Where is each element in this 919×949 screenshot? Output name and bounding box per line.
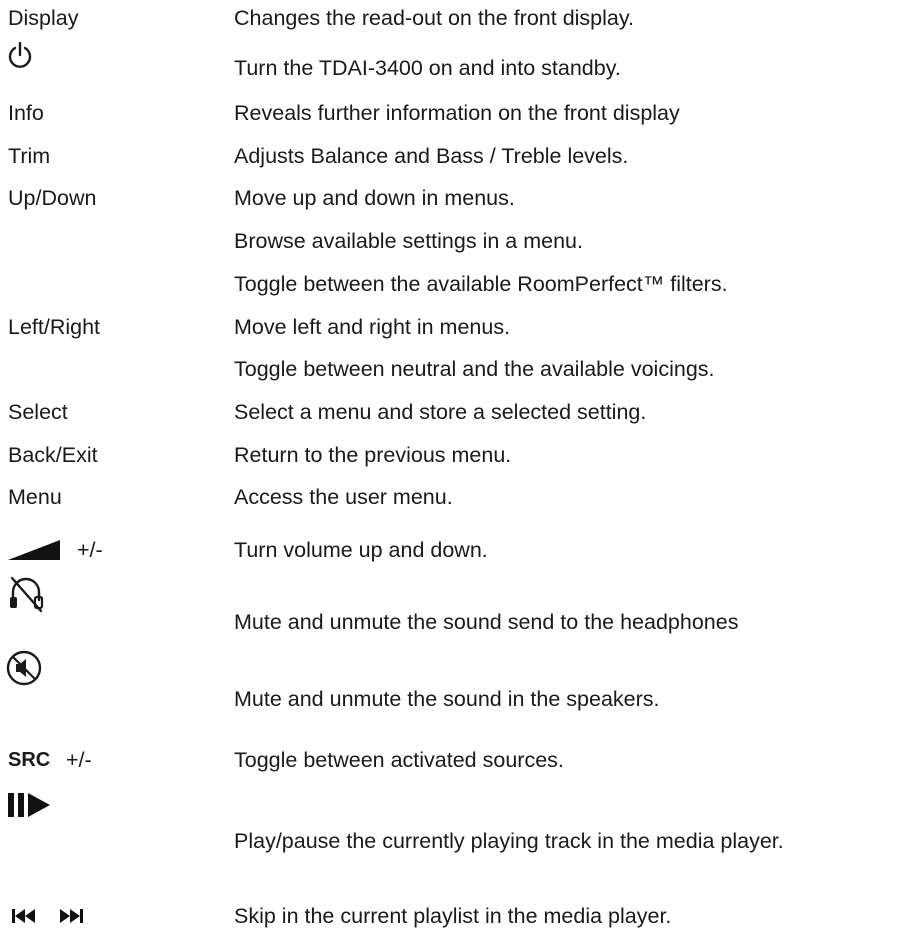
table-row: Left/Right Move left and right in menus. (0, 315, 919, 349)
table-row: Turn the TDAI-3400 on and into standby. (0, 42, 919, 90)
headphones-mute-icon (10, 576, 44, 613)
control-description: Toggle between activated sources. (234, 748, 564, 772)
table-row: Select Select a menu and store a selecte… (0, 400, 919, 434)
table-row: +/- Turn volume up and down. (0, 538, 919, 572)
control-description: Mute and unmute the sound in the speaker… (234, 687, 660, 711)
control-description: Play/pause the currently playing track i… (234, 829, 784, 853)
control-label: Back/Exit (8, 443, 98, 467)
table-row: Info Reveals further information on the … (0, 101, 919, 135)
table-row: Up/Down Move up and down in menus. (0, 186, 919, 220)
table-row: Toggle between the available RoomPerfect… (0, 272, 919, 306)
table-row: Browse available settings in a menu. (0, 229, 919, 263)
table-row: Display Changes the read-out on the fron… (0, 6, 919, 40)
table-row: Skip in the current playlist in the medi… (0, 904, 919, 938)
control-description: Move up and down in menus. (234, 186, 515, 210)
control-label: Trim (8, 144, 51, 168)
skip-prev-next-icon (12, 909, 83, 923)
power-icon (8, 42, 32, 68)
control-label: Select (8, 400, 68, 424)
control-description: Toggle between neutral and the available… (234, 357, 715, 381)
control-label: Left/Right (8, 315, 101, 339)
table-row: Play/pause the currently playing track i… (0, 793, 919, 863)
control-description: Turn the TDAI-3400 on and into standby. (234, 56, 621, 80)
table-row: Toggle between neutral and the available… (0, 357, 919, 391)
control-description: Mute and unmute the sound send to the he… (234, 610, 739, 634)
control-label: Menu (8, 485, 62, 509)
speaker-mute-icon (6, 650, 42, 686)
control-description: Toggle between the available RoomPerfect… (234, 272, 728, 296)
table-row: Menu Access the user menu. (0, 485, 919, 519)
volume-ramp-icon (8, 540, 60, 560)
play-pause-icon (8, 793, 50, 817)
control-description: Move left and right in menus. (234, 315, 511, 339)
control-label: Info (8, 101, 44, 125)
table-row: Trim Adjusts Balance and Bass / Treble l… (0, 144, 919, 178)
control-description: Turn volume up and down. (234, 538, 488, 562)
table-row: Back/Exit Return to the previous menu. (0, 443, 919, 477)
control-description: Access the user menu. (234, 485, 453, 509)
control-description: Browse available settings in a menu. (234, 229, 583, 253)
control-description: Select a menu and store a selected setti… (234, 400, 647, 424)
control-description: Return to the previous menu. (234, 443, 512, 467)
table-row: SRC +/- Toggle between activated sources… (0, 748, 919, 782)
table-row: Mute and unmute the sound send to the he… (0, 576, 919, 644)
control-description: Adjusts Balance and Bass / Treble levels… (234, 144, 629, 168)
control-label: Display (8, 6, 79, 30)
control-description: Reveals further information on the front… (234, 101, 680, 125)
src-label: SRC (8, 749, 51, 771)
control-label: Up/Down (8, 186, 97, 210)
volume-plus-minus-label: +/- (77, 538, 103, 562)
control-description: Changes the read-out on the front displa… (234, 6, 634, 30)
control-description: Skip in the current playlist in the medi… (234, 904, 672, 928)
src-plus-minus-label: +/- (66, 748, 92, 772)
table-row: Mute and unmute the sound in the speaker… (0, 650, 919, 721)
